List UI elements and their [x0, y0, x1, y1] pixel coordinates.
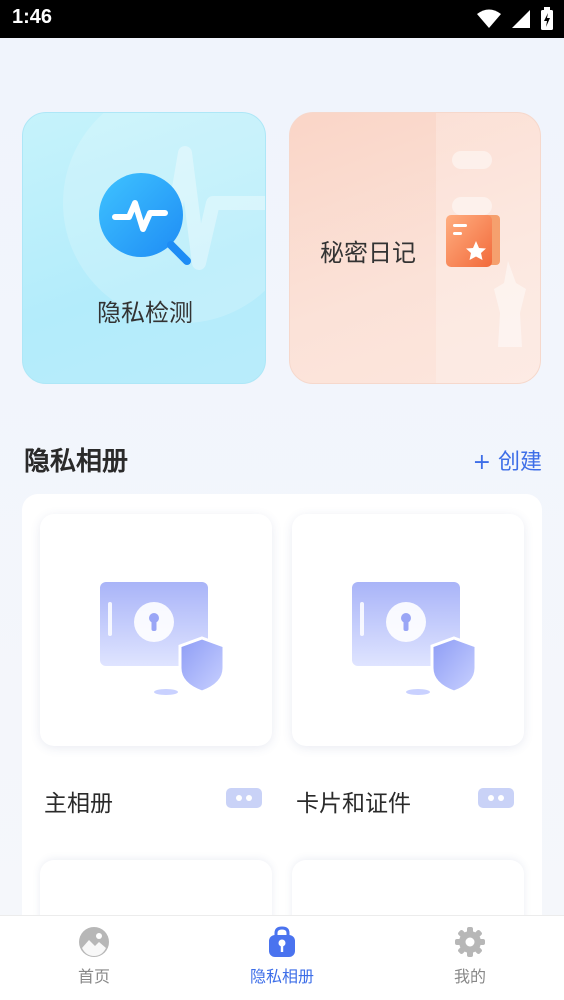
- section-title: 隐私相册: [24, 447, 129, 477]
- album-item[interactable]: 卡片和证件: [292, 514, 524, 817]
- privacy-scan-icon: [99, 173, 191, 265]
- privacy-check-card[interactable]: 隐私检测: [22, 112, 266, 384]
- album-name: 主相册: [44, 791, 113, 817]
- privacy-check-label: 隐私检测: [97, 299, 193, 327]
- wifi-icon: [477, 9, 501, 28]
- status-bar: 1:46: [0, 0, 564, 38]
- secret-diary-label: 秘密日记: [320, 239, 416, 267]
- album-safe-icon: [352, 582, 478, 695]
- create-album-button[interactable]: + 创建: [473, 444, 542, 476]
- tab-privacy-album[interactable]: 隐私相册: [188, 916, 376, 1000]
- lock-icon: [269, 926, 295, 957]
- album-safe-icon: [100, 582, 226, 695]
- main-content: 隐私检测 秘密日记 隐私相册 + 创建 主相册 卡片和证件: [0, 38, 564, 915]
- tab-privacy-album-label: 隐私相册: [249, 967, 314, 986]
- status-time: 1:46: [12, 6, 53, 28]
- bottom-tab-bar: 首页 隐私相册 我的: [0, 915, 564, 1000]
- album-grid: 主相册 卡片和证件: [22, 494, 542, 915]
- tab-home[interactable]: 首页: [0, 916, 188, 1000]
- tab-mine-label: 我的: [453, 967, 486, 986]
- album-thumbnail[interactable]: [292, 514, 524, 746]
- tab-home-label: 首页: [77, 967, 110, 986]
- album-thumbnail[interactable]: [40, 514, 272, 746]
- status-icons: [476, 7, 554, 31]
- secret-diary-card[interactable]: 秘密日记: [289, 112, 541, 384]
- album-thumbnail-partial[interactable]: [40, 860, 272, 915]
- album-name: 卡片和证件: [296, 791, 411, 817]
- album-more-button[interactable]: [226, 788, 262, 808]
- battery-icon: [541, 7, 553, 30]
- album-more-button[interactable]: [478, 788, 514, 808]
- gear-icon: [455, 927, 485, 957]
- album-item[interactable]: 主相册: [40, 514, 272, 817]
- signal-icon: [512, 10, 530, 28]
- album-thumbnail-partial[interactable]: [292, 860, 524, 915]
- gallery-icon: [79, 927, 109, 957]
- tab-mine[interactable]: 我的: [376, 916, 564, 1000]
- diary-book-icon: [446, 215, 500, 267]
